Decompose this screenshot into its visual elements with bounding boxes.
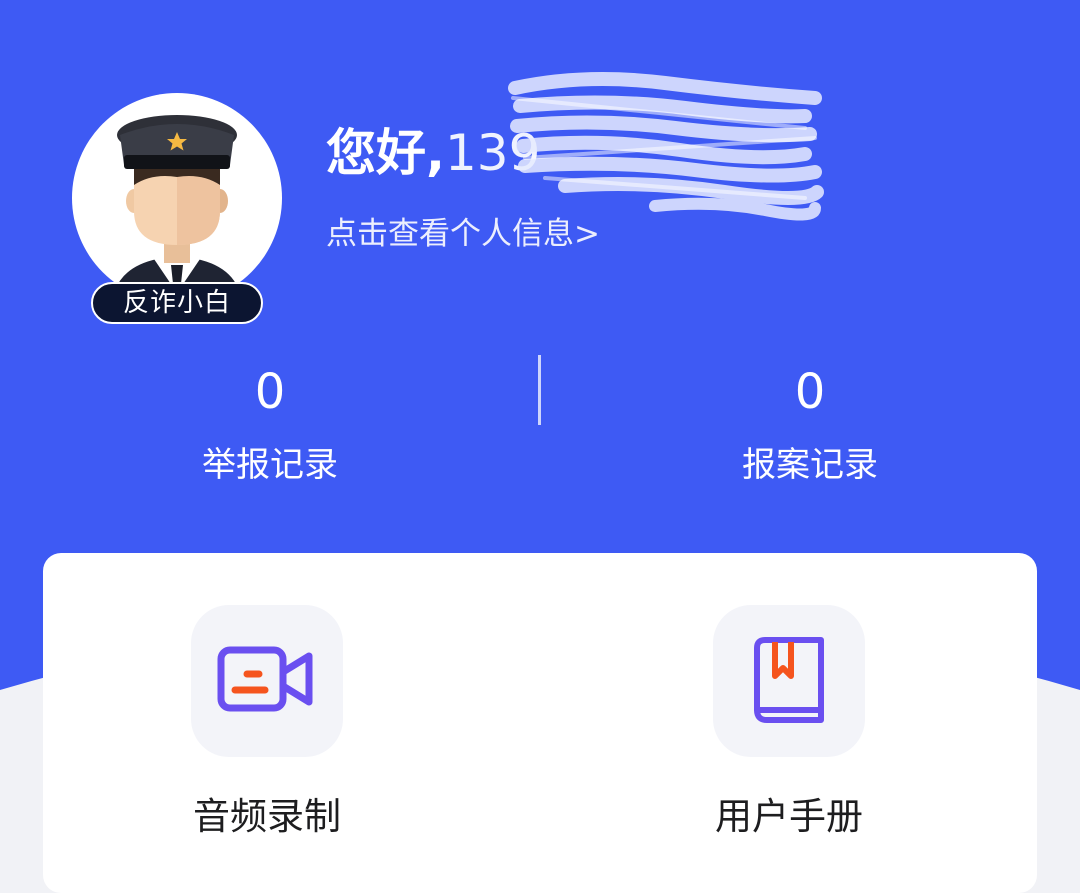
greeting-label: 您好, <box>326 124 445 182</box>
book-icon <box>754 637 824 723</box>
report-records-stat[interactable]: 0 举报记录 <box>120 362 420 488</box>
user-manual-tool[interactable]: 用户手册 <box>639 605 939 841</box>
redaction-scribble <box>508 72 824 221</box>
audio-recording-tool[interactable]: 音频录制 <box>117 605 417 841</box>
audio-recording-label: 音频录制 <box>193 795 341 838</box>
tools-card: 音频录制 用户手册 <box>43 553 1037 893</box>
stats-divider <box>538 355 541 425</box>
case-records-label: 报案记录 <box>742 445 878 485</box>
report-records-count: 0 <box>254 364 286 420</box>
police-officer-avatar-icon <box>112 115 242 303</box>
video-camera-icon <box>217 646 313 712</box>
report-records-label: 举报记录 <box>202 445 338 485</box>
user-manual-label: 用户手册 <box>715 795 863 838</box>
audio-recording-icon-tile <box>191 605 343 757</box>
user-avatar[interactable] <box>72 93 282 303</box>
case-records-count: 0 <box>794 364 826 420</box>
case-records-stat[interactable]: 0 报案记录 <box>660 362 960 488</box>
user-manual-icon-tile <box>713 605 865 757</box>
role-badge: 反诈小白 <box>91 282 263 324</box>
